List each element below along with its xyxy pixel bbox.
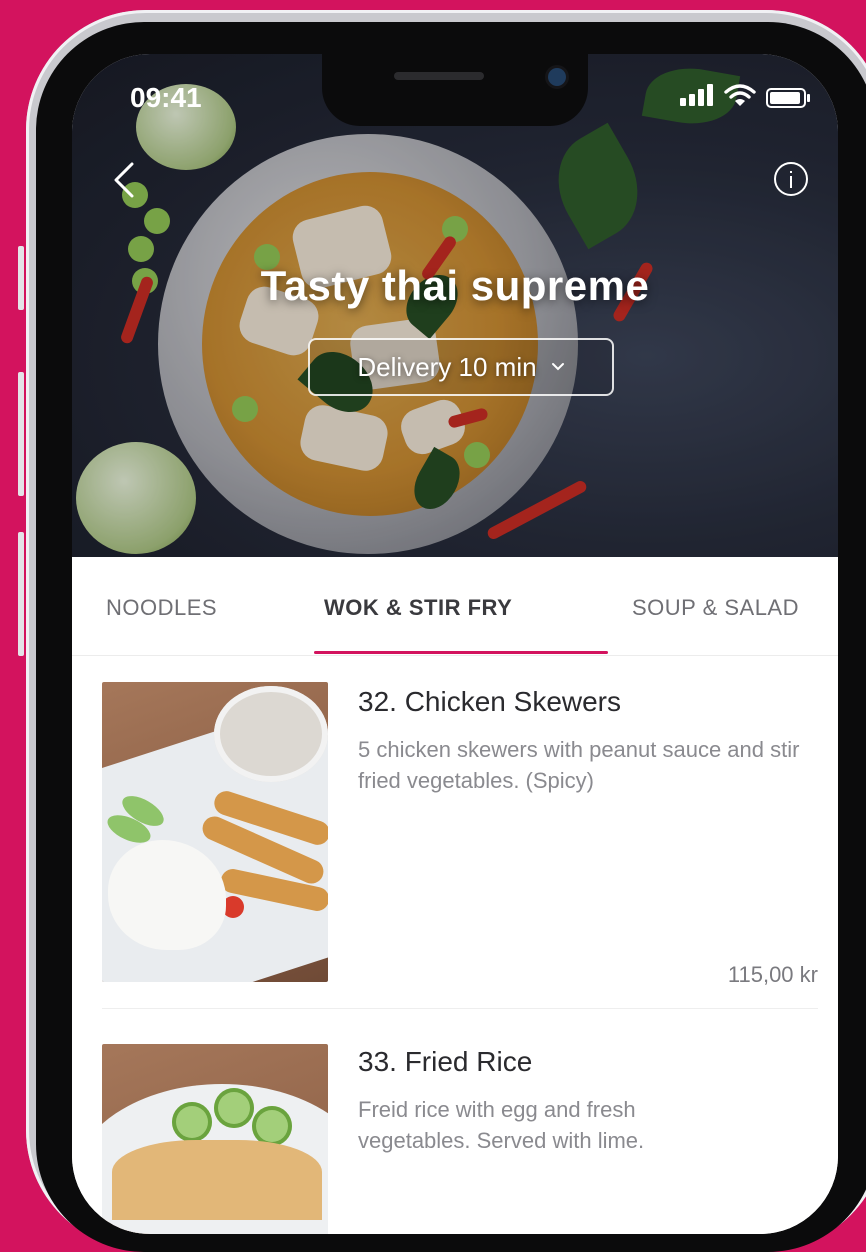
info-icon[interactable] xyxy=(774,162,808,196)
list-item[interactable]: 33. Fried Rice Freid rice with egg and f… xyxy=(72,1016,838,1234)
app-screen: Tasty thai supreme Delivery 10 min 09:41 xyxy=(72,54,838,1234)
fried-rice-photo xyxy=(102,1044,328,1234)
active-tab-indicator xyxy=(314,651,608,654)
menu-list: 32. Chicken Skewers 5 chicken skewers wi… xyxy=(72,656,838,1234)
list-item[interactable]: 32. Chicken Skewers 5 chicken skewers wi… xyxy=(72,656,838,996)
item-description: Freid rice with egg and fresh vegetables… xyxy=(358,1097,645,1153)
item-name: 32. Chicken Skewers xyxy=(358,686,622,717)
speaker-grille xyxy=(394,72,484,80)
chicken-skewers-photo xyxy=(102,682,328,982)
delivery-label: Delivery 10 min xyxy=(357,351,537,382)
item-description: 5 chicken skewers with peanut sauce and … xyxy=(358,737,800,793)
delivery-time-dropdown[interactable]: Delivery 10 min xyxy=(308,338,614,396)
cellular-signal-icon xyxy=(680,84,716,106)
device-notch xyxy=(322,54,588,126)
volume-up-button xyxy=(18,372,24,496)
silent-switch xyxy=(18,246,24,310)
item-price: 115,00 kr xyxy=(727,962,818,987)
status-bar: 09:41 xyxy=(72,54,838,164)
tab-wok-stir-fry[interactable]: WOK & STIR FRY xyxy=(324,595,512,621)
status-time: 09:41 xyxy=(130,82,202,113)
tab-soup-salad[interactable]: SOUP & SALAD xyxy=(632,595,799,621)
category-tabs: NOODLES WOK & STIR FRY SOUP & SALAD xyxy=(72,557,838,656)
chevron-left-icon[interactable] xyxy=(110,160,138,200)
restaurant-name: Tasty thai supreme xyxy=(260,262,650,309)
tab-noodles[interactable]: NOODLES xyxy=(106,595,217,621)
volume-down-button xyxy=(18,532,24,656)
list-divider xyxy=(102,1008,818,1009)
status-icons xyxy=(680,84,810,110)
item-name: 33. Fried Rice xyxy=(358,1046,533,1077)
chevron-down-icon xyxy=(551,363,564,371)
front-camera xyxy=(548,68,566,86)
wifi-icon xyxy=(724,84,756,106)
battery-icon xyxy=(766,88,810,108)
